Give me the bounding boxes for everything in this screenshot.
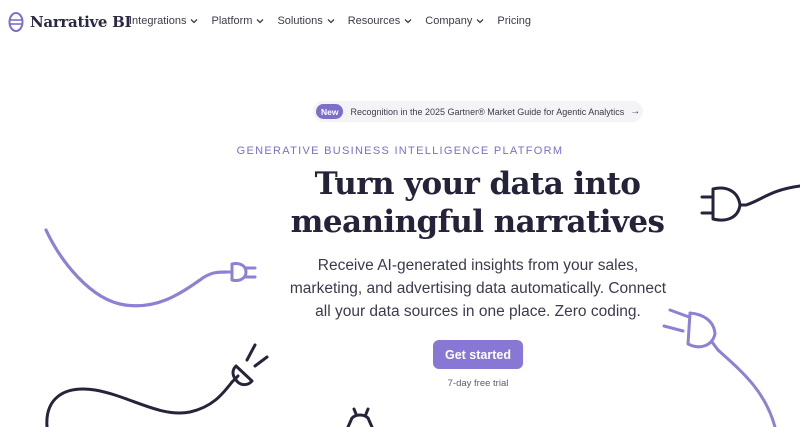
main-menu: Integrations Platform Solutions Resource… xyxy=(129,15,531,27)
nav-integrations[interactable]: Integrations xyxy=(129,15,198,27)
hero-eyebrow: GENERATIVE BUSINESS INTELLIGENCE PLATFOR… xyxy=(236,145,564,157)
logo-icon xyxy=(8,12,24,32)
nav-label: Resources xyxy=(347,15,401,27)
nav-label: Pricing xyxy=(497,15,531,27)
chevron-down-icon xyxy=(476,19,484,24)
plug-icon xyxy=(346,407,374,427)
nav-label: Platform xyxy=(211,15,253,27)
nav-label: Company xyxy=(425,15,473,27)
nav-label: Solutions xyxy=(277,15,323,27)
nav-solutions[interactable]: Solutions xyxy=(277,15,335,27)
nav-resources[interactable]: Resources xyxy=(348,15,413,27)
get-started-button[interactable]: Get started xyxy=(433,340,523,369)
hero-title-line: meaningful narratives xyxy=(290,204,665,240)
plug-icon xyxy=(230,343,269,387)
arrow-right-icon: → xyxy=(630,106,641,117)
top-nav: Narrative BI Integrations Platform Solut… xyxy=(0,0,800,44)
announcement-badge[interactable]: New Recognition in the 2025 Gartner® Mar… xyxy=(313,101,643,122)
chevron-down-icon xyxy=(191,19,198,24)
chevron-down-icon xyxy=(327,19,335,24)
hero-title-line: Turn your data into xyxy=(314,166,641,202)
nav-label: Integrations xyxy=(129,15,187,27)
hero-subtitle-line: all your data sources in one place. Zero… xyxy=(315,303,641,320)
hero-subtitle-line: Receive AI-generated insights from your … xyxy=(317,257,639,274)
hero-title: Turn your data into meaningful narrative… xyxy=(0,165,800,241)
new-pill: New xyxy=(316,104,344,119)
chevron-down-icon xyxy=(404,19,412,24)
hero-subtitle-line: marketing, and advertising data automati… xyxy=(289,280,667,297)
hero-subtitle: Receive AI-generated insights from your … xyxy=(0,254,800,323)
announcement-text: Recognition in the 2025 Gartner® Market … xyxy=(350,106,625,117)
chevron-down-icon xyxy=(256,19,264,24)
purple-cable-right xyxy=(716,348,777,427)
nav-platform[interactable]: Platform xyxy=(211,15,264,27)
brand-name: Narrative BI xyxy=(30,13,132,31)
brand-logo[interactable]: Narrative BI xyxy=(8,11,131,33)
trial-note: 7-day free trial xyxy=(447,378,509,389)
nav-company[interactable]: Company xyxy=(425,15,484,27)
dark-cable-left xyxy=(45,380,234,427)
nav-pricing[interactable]: Pricing xyxy=(497,15,531,27)
